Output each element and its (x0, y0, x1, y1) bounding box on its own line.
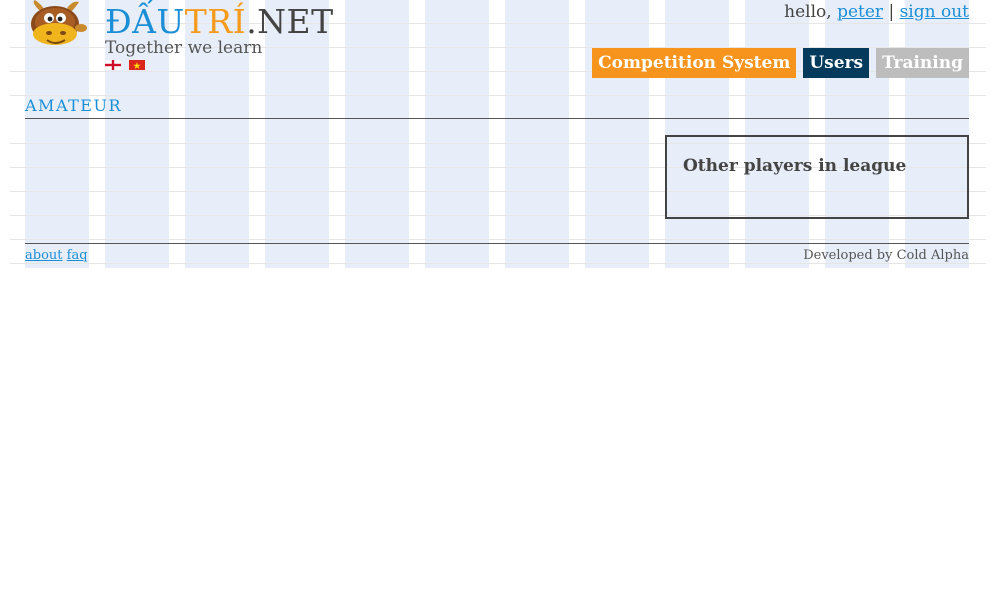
brand-part-3: .NET (246, 2, 334, 41)
greeting-text: hello, (784, 2, 832, 22)
divider (25, 118, 969, 119)
developer-credit: Developed by Cold Alpha (803, 248, 969, 263)
separator: | (888, 2, 895, 22)
nav-training[interactable]: Training (876, 48, 969, 78)
language-switcher (105, 60, 148, 71)
league-title: AMATEUR (25, 96, 122, 115)
site-tagline: Together we learn (105, 38, 263, 58)
nav-users[interactable]: Users (803, 48, 870, 78)
vietnam-flag-icon[interactable] (129, 60, 146, 70)
other-players-panel: Other players in league (665, 135, 969, 219)
england-flag-icon[interactable] (105, 60, 121, 70)
footer-divider (25, 243, 969, 244)
username-link[interactable]: peter (837, 2, 883, 22)
user-bar: hello, peter | sign out (784, 2, 969, 22)
buffalo-mascot-icon[interactable] (25, 0, 89, 52)
brand-part-1: ĐẤU (105, 2, 185, 41)
brand-part-2: TRÍ (184, 2, 247, 41)
footer-links: about faq (25, 248, 88, 263)
sign-out-link[interactable]: sign out (900, 2, 969, 22)
nav-competition-system[interactable]: Competition System (592, 48, 797, 78)
panel-title: Other players in league (683, 156, 907, 176)
faq-link[interactable]: faq (67, 248, 88, 263)
site-logo-text[interactable]: ĐẤUTRÍ.NET (105, 2, 334, 41)
about-link[interactable]: about (25, 248, 63, 263)
main-nav: Competition System Users Training (592, 48, 969, 78)
